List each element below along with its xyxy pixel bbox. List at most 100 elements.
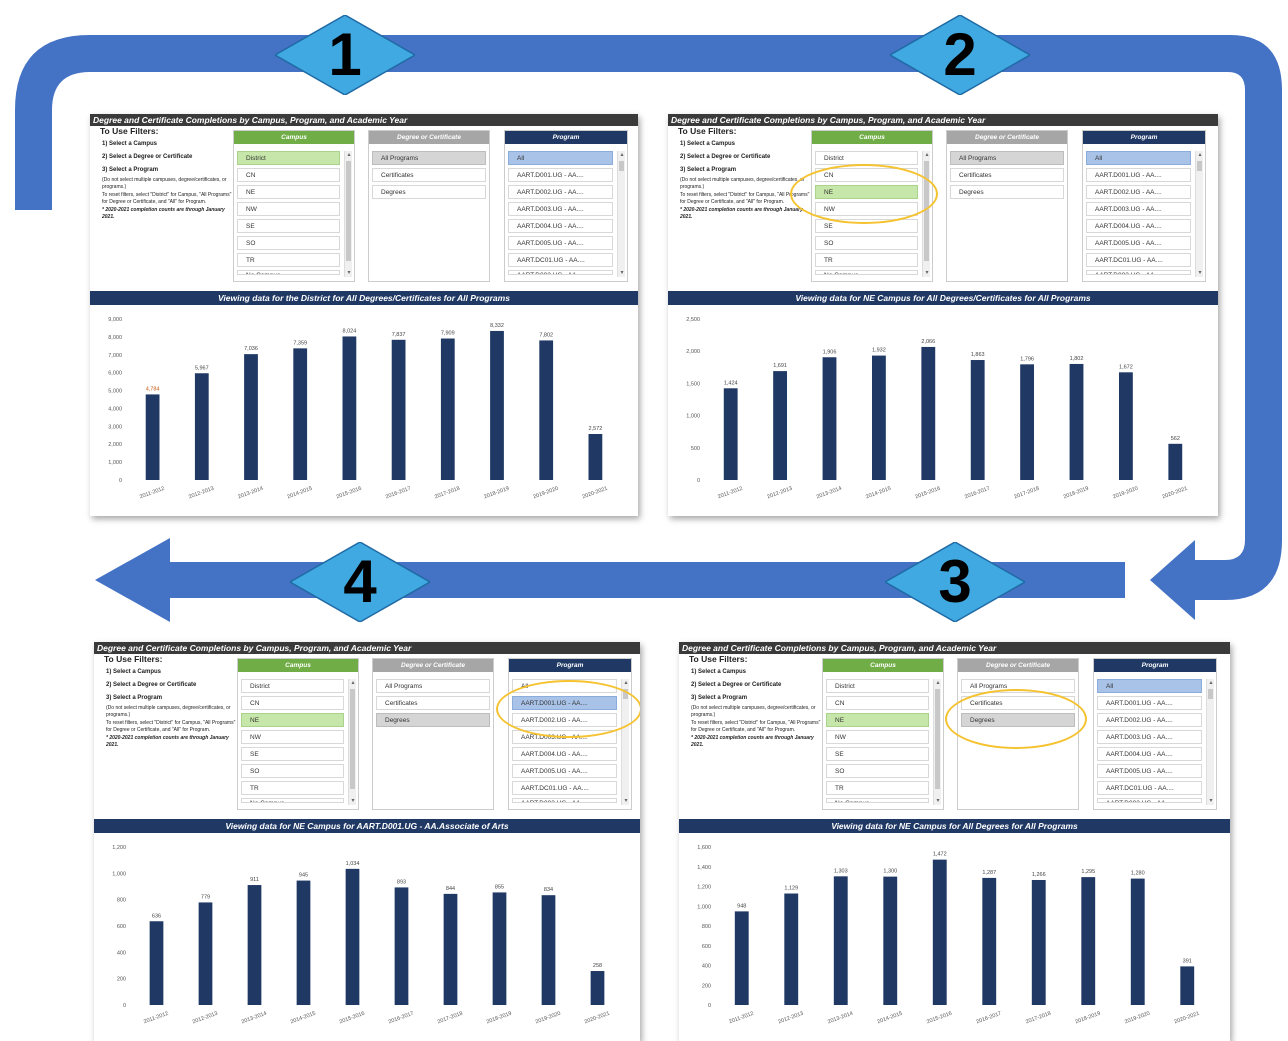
- campus-item[interactable]: SE: [237, 219, 340, 233]
- degree-item[interactable]: Degrees: [372, 185, 486, 199]
- program-item[interactable]: All: [508, 151, 613, 165]
- scroll-down-icon[interactable]: ▾: [349, 797, 357, 805]
- program-item[interactable]: AART.D002.UG - AA...: [508, 270, 613, 275]
- campus-item[interactable]: No Campus: [241, 798, 344, 803]
- campus-item[interactable]: SO: [241, 764, 344, 778]
- program-item[interactable]: AART.D002.UG - AA....: [508, 185, 613, 199]
- program-item[interactable]: AART.D004.UG - AA....: [1086, 219, 1191, 233]
- campus-scrollbar[interactable]: ▴ ▾: [344, 151, 352, 277]
- program-item[interactable]: AART.D003.UG - AA....: [1097, 730, 1202, 744]
- campus-slicer: Campus DistrictCNNENWSESOTRNo Campus ▴▾: [237, 658, 359, 810]
- scroll-thumb[interactable]: [346, 161, 351, 261]
- program-item[interactable]: AART.D004.UG - AA....: [1097, 747, 1202, 761]
- scroll-up-icon[interactable]: ▴: [618, 151, 626, 159]
- scroll-thumb[interactable]: [1208, 689, 1213, 699]
- campus-item[interactable]: NW: [237, 202, 340, 216]
- scroll-up-icon[interactable]: ▴: [349, 679, 357, 687]
- program-item[interactable]: AART.DC01.UG - AA....: [508, 253, 613, 267]
- campus-item[interactable]: District: [826, 679, 929, 693]
- campus-item[interactable]: TR: [815, 253, 918, 267]
- program-item[interactable]: AART.D005.UG - AA....: [512, 764, 617, 778]
- program-item[interactable]: AART.D002.UG - AA...: [512, 798, 617, 803]
- scroll-down-icon[interactable]: ▾: [923, 269, 931, 277]
- x-tick-label: 2012-2013: [188, 486, 215, 501]
- program-slicer: Program All AART.D001.UG - AA.... AART.D00…: [1093, 658, 1217, 810]
- program-item[interactable]: All: [1097, 679, 1202, 693]
- degree-item[interactable]: All Programs: [376, 679, 490, 693]
- scroll-down-icon[interactable]: ▾: [618, 269, 626, 277]
- scroll-down-icon[interactable]: ▾: [1207, 797, 1215, 805]
- campus-item[interactable]: SO: [826, 764, 929, 778]
- program-item[interactable]: AART.D004.UG - AA....: [512, 747, 617, 761]
- scroll-thumb[interactable]: [350, 689, 355, 789]
- campus-scrollbar[interactable]: ▴ ▾: [922, 151, 930, 277]
- campus-item[interactable]: SO: [815, 236, 918, 250]
- program-item[interactable]: AART.D001.UG - AA....: [508, 168, 613, 182]
- campus-item[interactable]: TR: [241, 781, 344, 795]
- scroll-up-icon[interactable]: ▴: [345, 151, 353, 159]
- program-item[interactable]: All: [1086, 151, 1191, 165]
- campus-scrollbar[interactable]: ▴ ▾: [348, 679, 356, 805]
- scroll-thumb[interactable]: [1197, 161, 1202, 171]
- campus-item[interactable]: SO: [237, 236, 340, 250]
- scroll-down-icon[interactable]: ▾: [934, 797, 942, 805]
- program-item[interactable]: AART.D003.UG - AA....: [508, 202, 613, 216]
- program-item[interactable]: AART.D003.UG - AA....: [1086, 202, 1191, 216]
- program-item[interactable]: AART.D001.UG - AA....: [1097, 696, 1202, 710]
- campus-item[interactable]: CN: [237, 168, 340, 182]
- campus-item[interactable]: No Campus: [815, 270, 918, 275]
- degree-item[interactable]: Degrees: [376, 713, 490, 727]
- scroll-down-icon[interactable]: ▾: [622, 797, 630, 805]
- campus-item[interactable]: No Campus: [826, 798, 929, 803]
- degree-item[interactable]: All Programs: [372, 151, 486, 165]
- scroll-up-icon[interactable]: ▴: [934, 679, 942, 687]
- campus-item[interactable]: No Campus: [237, 270, 340, 275]
- program-item[interactable]: AART.D005.UG - AA....: [1086, 236, 1191, 250]
- campus-item[interactable]: NW: [241, 730, 344, 744]
- scroll-thumb[interactable]: [935, 689, 940, 789]
- scroll-up-icon[interactable]: ▴: [923, 151, 931, 159]
- program-item[interactable]: AART.D002.UG - AA...: [1097, 798, 1202, 803]
- degree-item[interactable]: Degrees: [950, 185, 1064, 199]
- campus-item[interactable]: SE: [826, 747, 929, 761]
- program-item[interactable]: AART.DC01.UG - AA....: [1086, 253, 1191, 267]
- scroll-up-icon[interactable]: ▴: [1196, 151, 1204, 159]
- program-item[interactable]: AART.D002.UG - AA....: [1086, 185, 1191, 199]
- campus-item[interactable]: District: [241, 679, 344, 693]
- campus-item[interactable]: NW: [826, 730, 929, 744]
- campus-item[interactable]: NE: [237, 185, 340, 199]
- scroll-up-icon[interactable]: ▴: [1207, 679, 1215, 687]
- campus-item[interactable]: TR: [237, 253, 340, 267]
- scroll-up-icon[interactable]: ▴: [622, 679, 630, 687]
- program-item[interactable]: AART.D005.UG - AA....: [1097, 764, 1202, 778]
- instruction-note: (Do not select multiple campuses, degree…: [106, 705, 231, 718]
- program-item[interactable]: AART.D005.UG - AA....: [508, 236, 613, 250]
- scroll-thumb[interactable]: [619, 161, 624, 171]
- program-scrollbar[interactable]: ▴ ▾: [1206, 679, 1214, 805]
- program-item[interactable]: AART.D004.UG - AA....: [508, 219, 613, 233]
- scroll-down-icon[interactable]: ▾: [1196, 269, 1204, 277]
- data-label: 1,796: [1020, 356, 1034, 362]
- program-item[interactable]: AART.D001.UG - AA....: [1086, 168, 1191, 182]
- program-scrollbar[interactable]: ▴ ▾: [1195, 151, 1203, 277]
- degree-item[interactable]: Certificates: [376, 696, 490, 710]
- program-item[interactable]: AART.D002.UG - AA....: [1097, 713, 1202, 727]
- degree-item[interactable]: All Programs: [950, 151, 1064, 165]
- x-tick-label: 2016-2017: [385, 486, 412, 501]
- campus-item[interactable]: District: [237, 151, 340, 165]
- degree-item[interactable]: Certificates: [372, 168, 486, 182]
- campus-item[interactable]: CN: [241, 696, 344, 710]
- scroll-down-icon[interactable]: ▾: [345, 269, 353, 277]
- campus-item[interactable]: SE: [241, 747, 344, 761]
- campus-item[interactable]: TR: [826, 781, 929, 795]
- campus-item[interactable]: NE: [241, 713, 344, 727]
- degree-item[interactable]: Certificates: [950, 168, 1064, 182]
- program-item[interactable]: AART.DC01.UG - AA....: [512, 781, 617, 795]
- program-item[interactable]: AART.DC01.UG - AA....: [1097, 781, 1202, 795]
- campus-item[interactable]: NE: [826, 713, 929, 727]
- program-scrollbar[interactable]: ▴ ▾: [617, 151, 625, 277]
- campus-scrollbar[interactable]: ▴ ▾: [933, 679, 941, 805]
- campus-item[interactable]: District: [815, 151, 918, 165]
- program-item[interactable]: AART.D002.UG - AA...: [1086, 270, 1191, 275]
- campus-item[interactable]: CN: [826, 696, 929, 710]
